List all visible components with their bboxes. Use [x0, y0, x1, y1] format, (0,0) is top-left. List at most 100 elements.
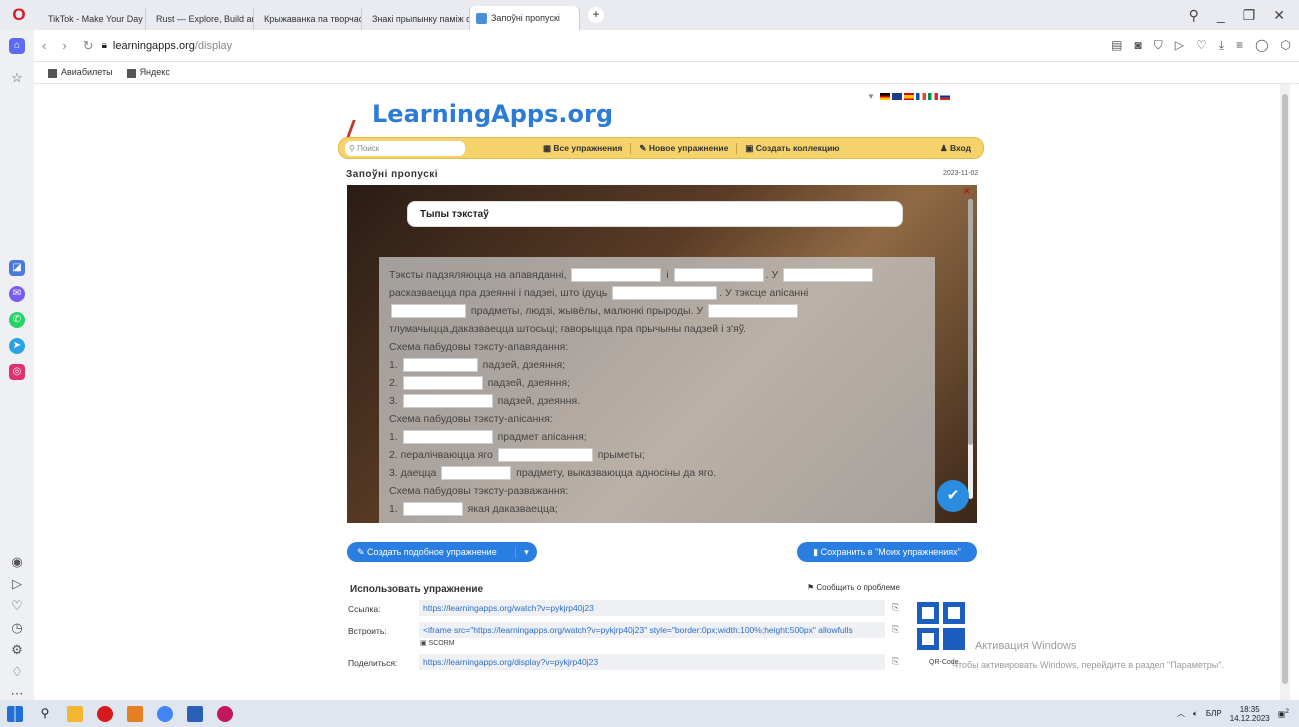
messenger-icon[interactable]: ✉ — [9, 286, 25, 302]
browser-tab[interactable]: Знакі прыпынку паміж с — [362, 8, 470, 30]
reader-icon[interactable]: ▤ — [1111, 38, 1122, 53]
app-taskbar-icon[interactable] — [127, 705, 143, 722]
exercise-scrollbar[interactable] — [968, 199, 973, 499]
copy-icon[interactable]: ⎘ — [892, 624, 899, 635]
extensions-icon[interactable]: ⬡ — [1281, 38, 1291, 53]
history-icon[interactable]: ◷ — [9, 620, 25, 636]
flag-it-icon[interactable] — [927, 93, 938, 100]
site-search-input[interactable]: ⚲ Поиск — [345, 140, 465, 156]
flag-fr-icon[interactable] — [915, 93, 926, 100]
page-scrollbar-thumb[interactable] — [1282, 94, 1288, 684]
url-host[interactable]: learningapps.org — [113, 40, 195, 52]
answer-blank-input[interactable] — [612, 286, 718, 301]
answer-blank-input[interactable] — [402, 376, 483, 391]
whatsapp-icon[interactable]: ✆ — [9, 312, 25, 328]
exercise-scrollbar-thumb[interactable] — [968, 199, 973, 445]
close-window-button[interactable]: ✕ — [1273, 7, 1285, 24]
answer-blank-input[interactable] — [708, 304, 799, 319]
bookmark-item[interactable]: Авиабилеты — [48, 67, 113, 78]
chevron-down-icon[interactable]: ▾ — [515, 546, 537, 558]
url-path[interactable]: /display — [195, 40, 232, 52]
report-problem-link[interactable]: ⚑ Сообщить о проблеме — [807, 583, 900, 592]
browser-tab[interactable]: TikTok - Make Your Day — [38, 8, 146, 30]
notification-icon[interactable]: ▣2 — [1278, 708, 1289, 719]
flag-uk-icon[interactable] — [891, 93, 902, 100]
answer-blank-input[interactable] — [497, 448, 593, 463]
embed-field[interactable]: <iframe src="https://learningapps.org/wa… — [419, 622, 885, 638]
start-icon[interactable] — [7, 705, 23, 722]
new-tab-button[interactable]: + — [588, 7, 604, 23]
volume-icon[interactable]: 🔈︎ — [1193, 709, 1198, 719]
language-dropdown-icon[interactable]: ▼ — [867, 92, 875, 101]
search-icon[interactable]: ⚲ — [37, 706, 53, 722]
scorm-link[interactable]: ▣ SCORM — [420, 639, 455, 647]
profile-icon[interactable]: ◯ — [1255, 38, 1268, 53]
app-1-icon[interactable]: ◪ — [9, 260, 25, 276]
heart-icon[interactable]: ♡ — [1196, 38, 1207, 53]
reload-button[interactable]: ↻ — [83, 38, 94, 54]
maximize-button[interactable]: ❐ — [1243, 7, 1256, 24]
player-icon[interactable]: ◉ — [9, 554, 25, 570]
chrome-icon[interactable] — [157, 705, 173, 722]
bookmarks-star-icon[interactable]: ☆ — [9, 70, 25, 86]
answer-blank-input[interactable] — [402, 502, 463, 517]
browser-tab[interactable]: Крыжаванка па творчас — [254, 8, 362, 30]
answer-blank-input[interactable] — [673, 268, 764, 283]
answer-blank-input[interactable] — [402, 394, 493, 409]
tips-icon[interactable]: ♢ — [9, 664, 25, 680]
answer-blank-input[interactable] — [441, 466, 512, 481]
heart-icon[interactable]: ♡ — [9, 598, 25, 614]
nav-new-exercise[interactable]: ✎ Новое упражнение — [631, 142, 738, 154]
answer-blank-input[interactable] — [391, 304, 466, 319]
workspace-icon[interactable]: ⌂ — [9, 38, 25, 54]
menu-icon[interactable]: ≡ — [1236, 38, 1243, 53]
bookmark-item[interactable]: Яндекс — [126, 67, 170, 78]
download-icon[interactable]: ⤓ — [1219, 38, 1224, 53]
qr-code[interactable] — [917, 602, 969, 654]
nav-create-collection[interactable]: ▣ Создать коллекцию — [737, 143, 847, 154]
login-button[interactable]: ♟ Вход — [940, 143, 983, 154]
copy-icon[interactable]: ⎘ — [892, 656, 899, 667]
file-explorer-icon[interactable] — [67, 705, 83, 722]
nav-all-exercises[interactable]: ▦ Все упражнения — [535, 142, 632, 154]
send-icon[interactable]: ▷ — [9, 576, 25, 592]
answer-blank-input[interactable] — [402, 430, 493, 445]
create-similar-button[interactable]: ✎ Создать подобное упражнение ▾ — [347, 542, 537, 562]
copy-icon[interactable]: ⎘ — [892, 602, 899, 613]
exercise-app-frame: Тыпы тэкстаў Тэксты падзяляюцца на апавя… — [347, 185, 977, 523]
answer-blank-input[interactable] — [571, 268, 662, 283]
answer-blank-input[interactable] — [783, 268, 874, 283]
opera-taskbar-icon[interactable] — [97, 705, 113, 722]
link-field[interactable]: https://learningapps.org/watch?v=pykjrp4… — [419, 600, 885, 616]
flag-ru-icon[interactable] — [939, 93, 950, 100]
tray-chevron-icon[interactable]: ︿ — [1177, 708, 1185, 719]
window-controls: ⚲ _ ❐ ✕ — [1189, 7, 1299, 24]
instagram-icon[interactable]: ◎ — [9, 364, 25, 380]
use-exercise-title: Использовать упражнение — [350, 584, 484, 595]
flag-es-icon[interactable] — [903, 93, 914, 100]
minimize-button[interactable]: _ — [1217, 7, 1225, 24]
flow-icon[interactable]: ▷ — [1175, 38, 1184, 53]
browser-tab[interactable]: Запоўні пропускі — [470, 6, 580, 30]
browser-tab[interactable]: Rust — Explore, Build and — [146, 8, 254, 30]
back-button[interactable]: ‹ — [42, 38, 46, 53]
app-badge-icon[interactable] — [217, 705, 233, 722]
page-scrollbar[interactable] — [1280, 84, 1290, 700]
keyboard-language[interactable]: БЛР — [1206, 709, 1222, 718]
clock[interactable]: 18:35 14.12.2023 — [1230, 705, 1270, 723]
opera-logo-icon[interactable]: O — [0, 5, 38, 25]
save-to-my-exercises-button[interactable]: ▮ Сохранить в "Моих упражнениях" — [797, 542, 977, 562]
shield-icon[interactable]: ⛉ — [1154, 38, 1163, 53]
forward-button[interactable]: › — [62, 38, 66, 53]
check-answers-button[interactable]: ✔ — [937, 480, 969, 512]
exercise-line: 3. даецца прадмету, выказваюцца адносіны… — [389, 466, 717, 481]
flag-de-icon[interactable] — [879, 93, 890, 100]
settings-gear-icon[interactable]: ⚙ — [9, 642, 25, 658]
word-icon[interactable] — [187, 705, 203, 722]
answer-blank-input[interactable] — [402, 358, 478, 373]
fullscreen-icon[interactable]: ✕ — [963, 186, 971, 197]
search-tabs-icon[interactable]: ⚲ — [1189, 7, 1199, 24]
camera-icon[interactable]: ◙ — [1134, 38, 1141, 53]
share-field[interactable]: https://learningapps.org/display?v=pykjr… — [419, 654, 885, 670]
telegram-icon[interactable]: ➤ — [9, 338, 25, 354]
